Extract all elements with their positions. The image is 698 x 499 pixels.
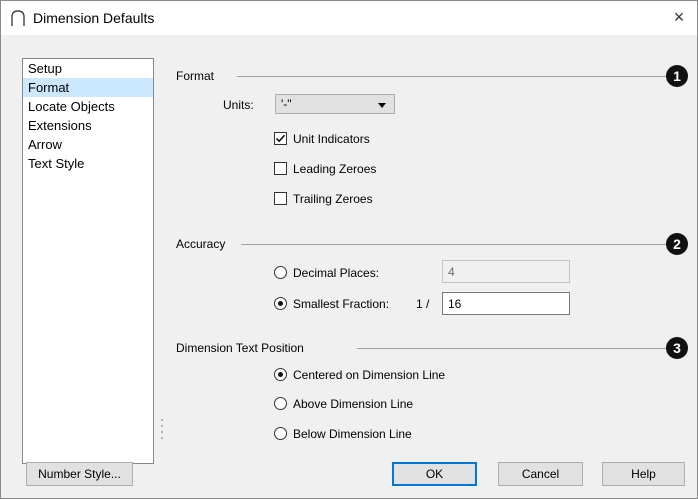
arch-icon: [9, 9, 27, 27]
decimal-places-radio[interactable]: [274, 266, 287, 279]
decimal-places-label[interactable]: Decimal Places:: [293, 266, 379, 280]
fraction-prefix: 1 /: [416, 297, 430, 311]
radio-dot-icon: [278, 301, 283, 306]
smallest-fraction-field[interactable]: 16: [442, 292, 570, 315]
dimension-defaults-dialog: Dimension Defaults × Setup Format Locate…: [0, 0, 698, 499]
unit-indicators-label[interactable]: Unit Indicators: [293, 132, 370, 146]
format-heading: Format: [176, 69, 215, 83]
accuracy-heading: Accuracy: [176, 237, 226, 251]
text-position-divider: [357, 348, 667, 349]
callout-badge-1: 1: [666, 65, 688, 87]
sidebar-item-setup[interactable]: Setup: [23, 59, 153, 78]
splitter-grip[interactable]: [161, 419, 163, 439]
sidebar-item-format[interactable]: Format: [23, 78, 153, 97]
trailing-zeroes-checkbox[interactable]: [274, 192, 287, 205]
unit-indicators-checkbox[interactable]: [274, 132, 287, 145]
units-value: '-": [281, 97, 292, 111]
text-position-heading: Dimension Text Position: [176, 341, 304, 355]
number-style-button[interactable]: Number Style...: [26, 462, 133, 486]
callout-badge-3: 3: [666, 337, 688, 359]
format-divider: [237, 76, 667, 77]
below-radio[interactable]: [274, 427, 287, 440]
units-label: Units:: [223, 98, 254, 112]
centered-label[interactable]: Centered on Dimension Line: [293, 368, 445, 382]
trailing-zeroes-label[interactable]: Trailing Zeroes: [293, 192, 373, 206]
above-label[interactable]: Above Dimension Line: [293, 397, 413, 411]
checkmark-icon: [275, 134, 286, 143]
window-title: Dimension Defaults: [33, 10, 155, 26]
ok-button[interactable]: OK: [392, 462, 477, 486]
smallest-fraction-label[interactable]: Smallest Fraction:: [293, 297, 389, 311]
below-label[interactable]: Below Dimension Line: [293, 427, 412, 441]
sidebar-item-arrow[interactable]: Arrow: [23, 135, 153, 154]
title-bar: Dimension Defaults ×: [1, 1, 697, 35]
cancel-button[interactable]: Cancel: [498, 462, 583, 486]
leading-zeroes-checkbox[interactable]: [274, 162, 287, 175]
sidebar-item-extensions[interactable]: Extensions: [23, 116, 153, 135]
units-select[interactable]: '-": [275, 94, 395, 114]
callout-badge-2: 2: [666, 233, 688, 255]
sidebar-item-locate-objects[interactable]: Locate Objects: [23, 97, 153, 116]
chevron-down-icon: [378, 103, 386, 108]
category-list[interactable]: Setup Format Locate Objects Extensions A…: [22, 58, 154, 464]
centered-radio[interactable]: [274, 368, 287, 381]
smallest-fraction-radio[interactable]: [274, 297, 287, 310]
radio-dot-icon: [278, 372, 283, 377]
help-button[interactable]: Help: [602, 462, 685, 486]
sidebar-item-text-style[interactable]: Text Style: [23, 154, 153, 173]
decimal-places-field: 4: [442, 260, 570, 283]
leading-zeroes-label[interactable]: Leading Zeroes: [293, 162, 376, 176]
accuracy-divider: [241, 244, 667, 245]
close-icon[interactable]: ×: [669, 7, 689, 27]
above-radio[interactable]: [274, 397, 287, 410]
